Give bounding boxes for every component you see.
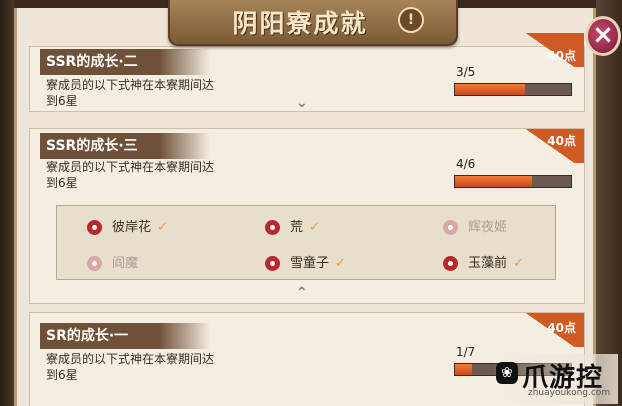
seal-icon [87,220,102,235]
card-description: 寮成员的以下式神在本寮期间达 到6星 [46,159,276,191]
progress-fill [455,84,525,95]
paw-icon: ❀ [496,362,518,384]
progress-fill [455,176,533,187]
collapse-chevron-icon[interactable]: ⌃ [296,285,308,301]
progress-text: 3/5 [456,65,476,79]
shikigami-item: 雪童子 ✓ [265,252,346,271]
background-right-edge [596,0,622,406]
check-icon: ✓ [335,256,346,271]
reward-badge: 40点 [516,313,584,347]
shikigami-name: 玉藻前 [468,256,508,271]
card-title: SSR的成长·二 [46,54,138,70]
background-left-edge [0,0,14,406]
progress-text: 1/7 [456,345,476,359]
shikigami-name: 阎魔 [112,256,139,271]
seal-icon [265,220,280,235]
check-icon: ✓ [309,220,320,235]
seal-icon [443,256,458,271]
reward-points: 40点 [547,134,576,148]
progress-bar [454,175,572,188]
progress-bar [454,83,572,96]
achievement-card-ssr-3[interactable]: SSR的成长·三 寮成员的以下式神在本寮期间达 到6星 40点 4/6 彼岸花 ✓… [29,128,585,304]
shikigami-item: 玉藻前 ✓ [443,252,524,271]
seal-icon [443,220,458,235]
achievement-card-ssr-2[interactable]: SSR的成长·二 寮成员的以下式神在本寮期间达 到6星 40点 3/5 ⌄ [29,33,585,112]
reward-badge: 40点 [516,129,584,163]
progress-fill [455,364,472,375]
expand-chevron-icon[interactable]: ⌄ [296,95,308,111]
reward-badge: 40点 [516,33,584,67]
shikigami-item: 辉夜姬 [443,216,507,235]
shikigami-name: 雪童子 [290,256,330,271]
shikigami-name: 彼岸花 [112,220,152,235]
shikigami-item: 彼岸花 ✓ [87,216,168,235]
shikigami-name: 荒 [290,220,304,235]
card-desc-line2: 到6星 [46,94,78,108]
watermark-logo: ❀ 爪游控 zhuayoukong.com [492,354,618,404]
watermark-url: zhuayoukong.com [528,388,611,398]
card-desc-line1: 寮成员的以下式神在本寮期间达 [46,352,215,366]
card-description: 寮成员的以下式神在本寮期间达 到6星 [46,351,276,383]
card-title: SSR的成长·三 [46,138,138,154]
page-title: 阴阳寮成就 [232,9,368,38]
shikigami-item: 荒 ✓ [265,216,320,235]
shikigami-name: 辉夜姬 [468,220,508,235]
close-button[interactable]: × [585,16,621,56]
shikigami-item: 阎魔 [87,252,138,271]
info-icon[interactable]: ! [398,7,424,33]
reward-points: 40点 [547,321,576,335]
card-desc-line1: 寮成员的以下式神在本寮期间达 [46,78,215,92]
card-desc-line2: 到6星 [46,368,78,382]
title-banner: 阴阳寮成就 ! [168,0,458,46]
card-description: 寮成员的以下式神在本寮期间达 到6星 [46,77,276,109]
seal-icon [265,256,280,271]
seal-icon [87,256,102,271]
card-desc-line1: 寮成员的以下式神在本寮期间达 [46,160,215,174]
card-title: SR的成长·一 [46,328,129,344]
check-icon: ✓ [513,256,524,271]
shikigami-list: 彼岸花 ✓ 荒 ✓ 辉夜姬 阎魔 雪童子 ✓ 玉藻前 ✓ [56,205,556,280]
reward-points: 40点 [547,49,576,63]
achievement-panel: SSR的成长·二 寮成员的以下式神在本寮期间达 到6星 40点 3/5 ⌄ SS… [14,8,596,406]
card-desc-line2: 到6星 [46,176,78,190]
check-icon: ✓ [157,220,168,235]
progress-text: 4/6 [456,157,476,171]
